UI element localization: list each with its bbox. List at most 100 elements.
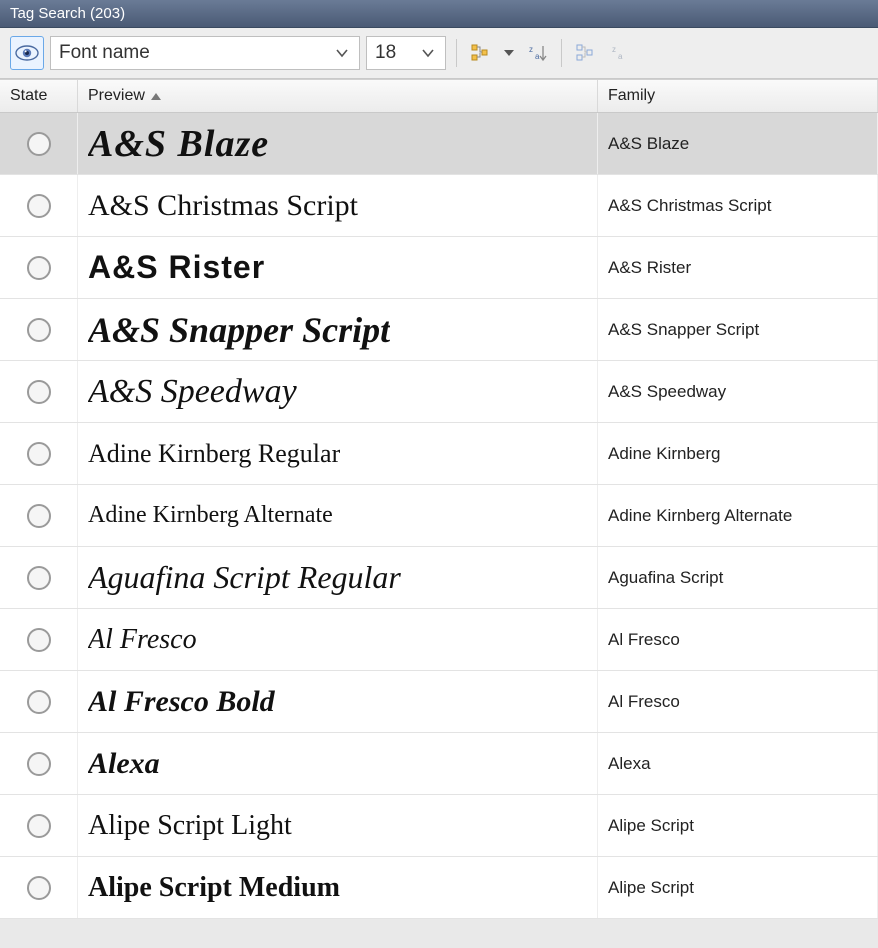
sort-za-button[interactable]: z a — [606, 39, 634, 67]
state-cell — [0, 609, 78, 670]
preview-cell: Aguafina Script Regular — [78, 547, 598, 608]
font-preview-text: Adine Kirnberg Regular — [88, 439, 340, 469]
font-preview-text: Alipe Script Light — [88, 810, 292, 842]
table-row[interactable]: A&S Speedway A&S Speedway — [0, 361, 878, 423]
font-table: State Preview Family A&S BlazeA&S BlazeA… — [0, 79, 878, 919]
font-preview-text: A&S Rister — [88, 249, 265, 286]
column-header-preview[interactable]: Preview — [78, 80, 598, 112]
toolbar: z a z a — [0, 28, 878, 79]
font-size-dropdown-button[interactable] — [417, 37, 439, 69]
preview-cell: A&S Speedway — [78, 361, 598, 422]
window-title: Tag Search (203) — [10, 5, 125, 22]
column-header-label: Family — [608, 87, 655, 105]
font-size-combo[interactable] — [366, 36, 446, 70]
table-row[interactable]: Aguafina Script RegularAguafina Script — [0, 547, 878, 609]
state-cell — [0, 423, 78, 484]
state-toggle[interactable] — [27, 814, 51, 838]
window-titlebar: Tag Search (203) — [0, 0, 878, 28]
family-name: A&S Christmas Script — [608, 196, 771, 216]
table-row[interactable]: Alipe Script Medium Alipe Script — [0, 857, 878, 919]
preview-cell: A&S Snapper Script — [78, 299, 598, 360]
family-cell: Alexa — [598, 733, 878, 794]
preview-cell: A&S Christmas Script — [78, 175, 598, 236]
font-preview-text: A&S Blaze — [88, 122, 269, 166]
family-name: Alexa — [608, 754, 651, 774]
state-toggle[interactable] — [27, 318, 51, 342]
group-expand-button[interactable] — [467, 39, 495, 67]
state-cell — [0, 733, 78, 794]
font-name-input[interactable] — [51, 38, 331, 68]
family-name: Alipe Script — [608, 878, 694, 898]
state-cell — [0, 671, 78, 732]
family-cell: A&S Snapper Script — [598, 299, 878, 360]
state-toggle[interactable] — [27, 194, 51, 218]
font-size-input[interactable] — [367, 38, 417, 68]
state-toggle[interactable] — [27, 442, 51, 466]
family-cell: A&S Blaze — [598, 113, 878, 174]
state-cell — [0, 795, 78, 856]
preview-cell: Al Fresco — [78, 609, 598, 670]
family-name: A&S Speedway — [608, 382, 726, 402]
font-preview-text: A&S Speedway — [88, 373, 297, 411]
chevron-down-icon — [336, 47, 348, 59]
caret-down-icon — [504, 48, 514, 58]
svg-text:z: z — [529, 45, 533, 54]
font-preview-text: Alipe Script Medium — [88, 872, 340, 904]
expand-all-button[interactable] — [572, 39, 600, 67]
family-name: Adine Kirnberg — [608, 444, 720, 464]
table-row[interactable]: Alexa Alexa — [0, 733, 878, 795]
family-cell: A&S Christmas Script — [598, 175, 878, 236]
family-cell: Aguafina Script — [598, 547, 878, 608]
state-cell — [0, 299, 78, 360]
family-cell: A&S Rister — [598, 237, 878, 298]
family-name: Adine Kirnberg Alternate — [608, 506, 792, 526]
preview-cell: A&S Blaze — [78, 113, 598, 174]
font-preview-text: Adine Kirnberg Alternate — [88, 502, 333, 529]
sort-az-button[interactable]: z a — [523, 39, 551, 67]
family-cell: Adine Kirnberg — [598, 423, 878, 484]
table-row[interactable]: Adine Kirnberg Regular Adine Kirnberg — [0, 423, 878, 485]
preview-cell: Alexa — [78, 733, 598, 794]
family-cell: Al Fresco — [598, 671, 878, 732]
toolbar-divider — [456, 39, 457, 67]
family-cell: Alipe Script — [598, 795, 878, 856]
family-cell: A&S Speedway — [598, 361, 878, 422]
preview-cell: Alipe Script Light — [78, 795, 598, 856]
group-dropdown-button[interactable] — [501, 39, 517, 67]
table-row[interactable]: A&S Rister A&S Rister — [0, 237, 878, 299]
font-name-combo[interactable] — [50, 36, 360, 70]
preview-cell: A&S Rister — [78, 237, 598, 298]
font-preview-text: Alexa — [88, 747, 160, 781]
column-header-family[interactable]: Family — [598, 80, 878, 112]
sort-za-icon: z a — [610, 43, 630, 63]
preview-toggle-button[interactable] — [10, 36, 44, 70]
table-row[interactable]: Al Fresco Bold Al Fresco — [0, 671, 878, 733]
state-toggle[interactable] — [27, 628, 51, 652]
table-row[interactable]: Alipe Script Light Alipe Script — [0, 795, 878, 857]
font-preview-text: Al Fresco Bold — [88, 685, 275, 719]
table-row[interactable]: Al FrescoAl Fresco — [0, 609, 878, 671]
table-row[interactable]: Adine Kirnberg Alternate Adine Kirnberg A… — [0, 485, 878, 547]
svg-text:a: a — [618, 52, 623, 61]
state-toggle[interactable] — [27, 690, 51, 714]
font-preview-text: A&S Christmas Script — [88, 189, 358, 223]
state-toggle[interactable] — [27, 256, 51, 280]
sort-ascending-icon — [151, 93, 161, 100]
state-toggle[interactable] — [27, 752, 51, 776]
state-toggle[interactable] — [27, 876, 51, 900]
column-header-state[interactable]: State — [0, 80, 78, 112]
state-toggle[interactable] — [27, 380, 51, 404]
state-toggle[interactable] — [27, 504, 51, 528]
table-row[interactable]: A&S Blaze A&S Blaze — [0, 113, 878, 175]
table-body: A&S BlazeA&S BlazeA&S Christmas ScriptA&… — [0, 113, 878, 919]
state-cell — [0, 485, 78, 546]
font-name-dropdown-button[interactable] — [331, 37, 353, 69]
family-name: A&S Snapper Script — [608, 320, 759, 340]
table-row[interactable]: A&S Christmas Script A&S Christmas Script — [0, 175, 878, 237]
state-toggle[interactable] — [27, 132, 51, 156]
state-toggle[interactable] — [27, 566, 51, 590]
family-cell: Adine Kirnberg Alternate — [598, 485, 878, 546]
sort-az-icon: z a — [527, 43, 547, 63]
table-row[interactable]: A&S Snapper Script A&S Snapper Script — [0, 299, 878, 361]
family-name: Alipe Script — [608, 816, 694, 836]
